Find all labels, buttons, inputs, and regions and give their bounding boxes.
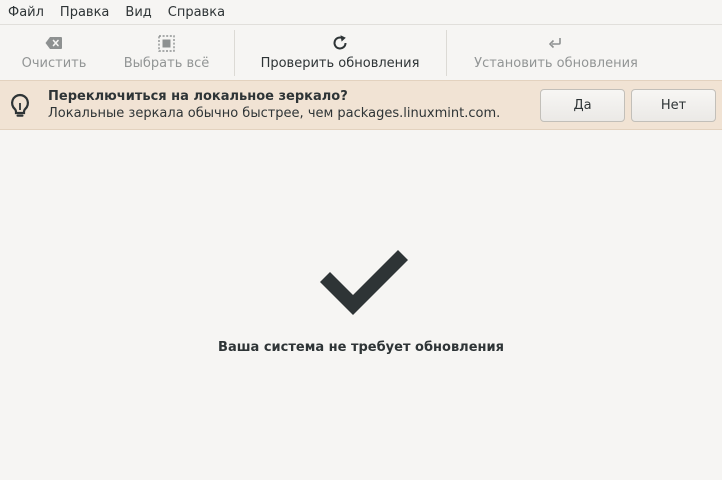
toolbar-separator: [234, 30, 235, 76]
install-updates-button[interactable]: Установить обновления: [466, 25, 646, 80]
mirror-infobar: Переключиться на локальное зеркало? Лока…: [0, 80, 722, 130]
main-area: Ваша система не требует обновления: [0, 131, 722, 480]
select-all-icon: [158, 33, 175, 53]
check-updates-label: Проверить обновления: [260, 56, 420, 71]
menu-help[interactable]: Справка: [160, 0, 233, 25]
install-updates-label: Установить обновления: [474, 56, 638, 71]
clear-label: Очистить: [21, 56, 87, 71]
clear-button[interactable]: Очистить: [14, 25, 94, 80]
menubar: Файл Правка Вид Справка: [0, 0, 722, 25]
no-button[interactable]: Нет: [631, 89, 716, 122]
status-message: Ваша система не требует обновления: [218, 340, 504, 355]
toolbar: Очистить Выбрать всё Проверить обновлени…: [0, 25, 722, 80]
check-updates-button[interactable]: Проверить обновления: [254, 25, 426, 80]
backspace-icon: [45, 33, 63, 53]
lightbulb-icon: [9, 93, 31, 123]
yes-button[interactable]: Да: [540, 89, 625, 122]
refresh-icon: [331, 33, 349, 53]
checkmark-icon: [318, 243, 412, 321]
menu-file[interactable]: Файл: [0, 0, 52, 25]
enter-arrow-icon: [549, 33, 563, 53]
select-all-button[interactable]: Выбрать всё: [118, 25, 215, 80]
select-all-label: Выбрать всё: [123, 56, 210, 71]
infobar-message: Локальные зеркала обычно быстрее, чем pa…: [48, 106, 501, 121]
menu-edit[interactable]: Правка: [52, 0, 117, 25]
toolbar-separator: [446, 30, 447, 76]
menu-view[interactable]: Вид: [117, 0, 159, 25]
infobar-title: Переключиться на локальное зеркало?: [48, 89, 348, 104]
